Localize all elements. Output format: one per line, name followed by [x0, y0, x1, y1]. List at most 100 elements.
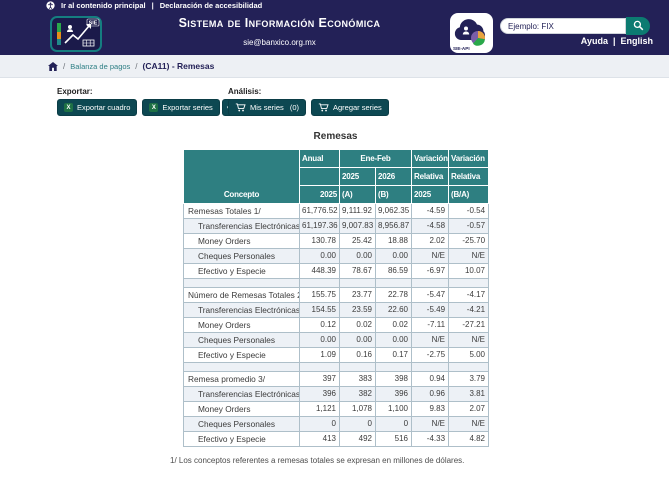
- home-icon[interactable]: [48, 62, 58, 71]
- row-value: 61,776.52: [300, 204, 340, 219]
- row-value: 25.42: [340, 234, 376, 249]
- language-link[interactable]: English: [620, 36, 653, 46]
- row-value: -0.57: [449, 219, 489, 234]
- search-bar: [500, 17, 650, 35]
- row-value: 0: [340, 417, 376, 432]
- table-row: Efectivo y Especie1.090.160.17-2.755.00: [184, 348, 489, 363]
- row-concept: Efectivo y Especie: [184, 264, 300, 279]
- row-value: 2.02: [412, 234, 449, 249]
- table-separator-row: [184, 279, 489, 288]
- row-value: -4.21: [449, 303, 489, 318]
- col-header-year-b: 2026: [376, 168, 412, 186]
- sie-logo-text: SIE: [89, 21, 98, 27]
- export-series-label: Exportar series: [162, 103, 212, 112]
- export-group: Exportar: X Exportar cuadro X Exportar s…: [57, 87, 235, 116]
- export-table-button[interactable]: X Exportar cuadro: [57, 99, 137, 116]
- table-separator-row: [184, 363, 489, 372]
- row-value: 0.17: [376, 348, 412, 363]
- sie-logo[interactable]: SIE: [50, 16, 102, 52]
- row-concept: Cheques Personales: [184, 249, 300, 264]
- analysis-group: Análisis: Mis series (0) Agregar series: [228, 87, 389, 116]
- breadcrumb-section-link[interactable]: Balanza de pagos: [70, 62, 130, 71]
- row-value: 0.02: [376, 318, 412, 333]
- row-concept: Cheques Personales: [184, 417, 300, 432]
- footnote: 1/ Los conceptos referentes a remesas to…: [170, 456, 669, 465]
- toolbar: Exportar: X Exportar cuadro X Exportar s…: [0, 87, 669, 123]
- row-value: 382: [340, 387, 376, 402]
- search-input[interactable]: [500, 18, 626, 34]
- table-row: Transferencias Electrónicas154.5523.5922…: [184, 303, 489, 318]
- skip-to-content-link[interactable]: Ir al contenido principal: [61, 1, 146, 10]
- col-header-annual: Anual: [300, 150, 340, 168]
- row-value: 492: [340, 432, 376, 447]
- row-value: 0.16: [340, 348, 376, 363]
- row-value: 86.59: [376, 264, 412, 279]
- row-value: -5.49: [412, 303, 449, 318]
- row-value: 9,007.83: [340, 219, 376, 234]
- row-value: 23.59: [340, 303, 376, 318]
- remesas-table: Concepto Anual Ene-Feb Variación Variaci…: [183, 149, 489, 447]
- row-value: [340, 279, 376, 288]
- col-header-concept: Concepto: [184, 150, 300, 204]
- breadcrumb-separator: /: [63, 62, 65, 71]
- row-value: -0.54: [449, 204, 489, 219]
- excel-icon: X: [64, 103, 73, 112]
- col-header-period: Ene-Feb: [340, 150, 412, 168]
- help-link[interactable]: Ayuda: [581, 36, 608, 46]
- table-row: Cheques Personales0.000.000.00N/EN/E: [184, 249, 489, 264]
- row-value: 22.60: [376, 303, 412, 318]
- row-value: [300, 279, 340, 288]
- row-value: -4.58: [412, 219, 449, 234]
- col-header-relativa-1: Relativa: [412, 168, 449, 186]
- row-value: 8,956.87: [376, 219, 412, 234]
- search-icon: [633, 19, 644, 34]
- table-row: Efectivo y Especie413492516-4.334.82: [184, 432, 489, 447]
- row-value: 4.82: [449, 432, 489, 447]
- table-title: Remesas: [183, 131, 488, 142]
- row-value: -4.59: [412, 204, 449, 219]
- export-series-button[interactable]: X Exportar series: [142, 99, 219, 116]
- search-button[interactable]: [626, 17, 650, 35]
- add-series-button[interactable]: Agregar series: [311, 99, 389, 116]
- col-header-variation-1: Variación: [412, 150, 449, 168]
- table-header: Concepto Anual Ene-Feb Variación Variaci…: [184, 150, 489, 204]
- row-value: 383: [340, 372, 376, 387]
- row-value: 0.00: [340, 249, 376, 264]
- export-label: Exportar:: [57, 87, 235, 96]
- row-value: -2.75: [412, 348, 449, 363]
- my-series-button[interactable]: Mis series (0): [228, 99, 306, 116]
- row-value: 154.55: [300, 303, 340, 318]
- row-value: 398: [376, 372, 412, 387]
- row-value: 1,100: [376, 402, 412, 417]
- page: Ir al contenido principal | Declaración …: [0, 0, 669, 483]
- row-value: [449, 279, 489, 288]
- col-header-a: (A): [340, 186, 376, 204]
- sie-api-logo[interactable]: SIE-API: [450, 13, 493, 53]
- contact-email-link[interactable]: sie@banxico.org.mx: [120, 38, 439, 47]
- row-value: 9,111.92: [340, 204, 376, 219]
- sie-api-logo-text: SIE-API: [453, 46, 470, 51]
- table-row: Transferencias Electrónicas3963823960.96…: [184, 387, 489, 402]
- row-concept: Transferencias Electrónicas: [184, 303, 300, 318]
- row-value: 396: [300, 387, 340, 402]
- row-value: 0.96: [412, 387, 449, 402]
- row-value: 413: [300, 432, 340, 447]
- my-series-label: Mis series: [250, 103, 284, 112]
- row-value: 1.09: [300, 348, 340, 363]
- col-header-annual-spacer: [300, 168, 340, 186]
- row-value: -4.33: [412, 432, 449, 447]
- row-concept: [184, 279, 300, 288]
- row-value: 2.07: [449, 402, 489, 417]
- row-value: 18.88: [376, 234, 412, 249]
- row-value: 0: [376, 417, 412, 432]
- row-value: [340, 363, 376, 372]
- row-concept: Cheques Personales: [184, 333, 300, 348]
- row-value: 5.00: [449, 348, 489, 363]
- table-row: Money Orders1,1211,0781,1009.832.07: [184, 402, 489, 417]
- table-row: Transferencias Electrónicas61,197.369,00…: [184, 219, 489, 234]
- table-row: Remesas Totales 1/61,776.529,111.929,062…: [184, 204, 489, 219]
- accessibility-declaration-link[interactable]: Declaración de accesibilidad: [160, 1, 263, 10]
- table-row: Cheques Personales000N/EN/E: [184, 417, 489, 432]
- export-table-label: Exportar cuadro: [77, 103, 130, 112]
- my-series-count: (0): [290, 103, 299, 112]
